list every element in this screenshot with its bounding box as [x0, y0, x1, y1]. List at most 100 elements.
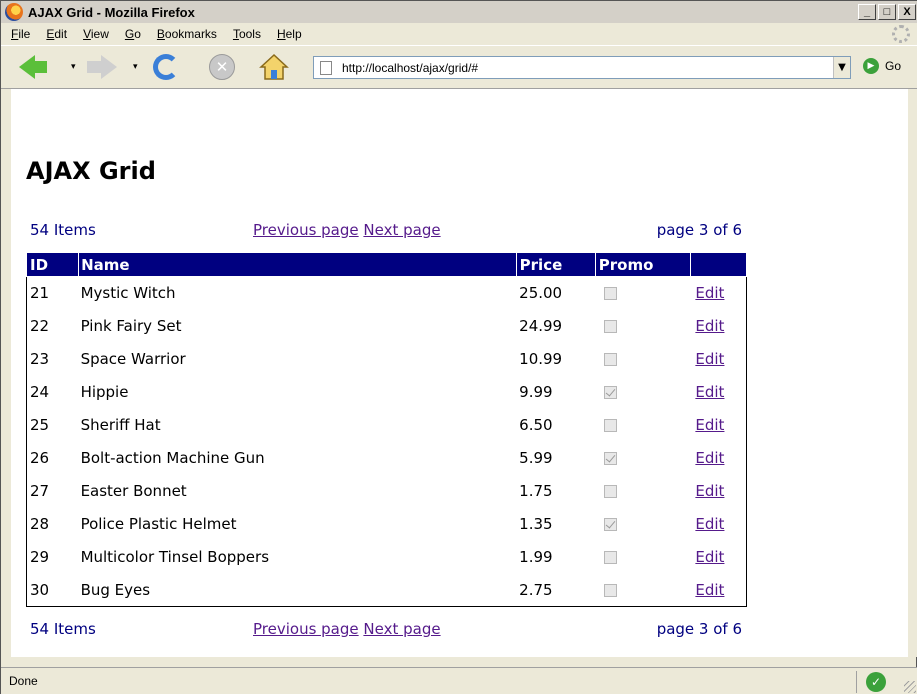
status-divider [856, 671, 857, 693]
status-bar: Done ✓ [1, 667, 917, 694]
edit-link[interactable]: Edit [695, 284, 724, 302]
minimize-button[interactable]: _ [858, 4, 876, 20]
promo-checkbox [604, 320, 618, 333]
previous-page-link[interactable]: Previous page [253, 620, 359, 638]
cell-id: 23 [30, 350, 50, 368]
pager-links: Previous page Next page [253, 620, 441, 638]
cell-promo [595, 310, 690, 343]
frame-left [1, 89, 11, 657]
url-bar[interactable]: http://localhost/ajax/grid/# ▼ [313, 56, 851, 79]
navigation-toolbar: ▾ ▾ ✕ http://localhost/ajax/grid/# ▼ ▶ G… [1, 45, 917, 89]
menu-tools[interactable]: Tools [225, 27, 269, 41]
edit-link[interactable]: Edit [695, 350, 724, 368]
cell-price: 1.75 [519, 482, 553, 500]
page-icon [320, 60, 332, 75]
promo-checkbox [604, 518, 618, 531]
window-title: AJAX Grid - Mozilla Firefox [28, 4, 195, 20]
cell-name: Bug Eyes [80, 580, 151, 599]
header-id: ID [25, 252, 80, 277]
menu-go[interactable]: Go [117, 27, 149, 41]
cell-promo [595, 475, 690, 508]
go-icon: ▶ [863, 58, 879, 74]
cell-id: 24 [30, 383, 50, 401]
cell-name: Hippie [80, 383, 129, 401]
table-row: 27 Easter Bonnet 1.75 Edit [27, 475, 747, 508]
close-button[interactable]: X [898, 4, 916, 20]
menu-edit[interactable]: Edit [38, 27, 75, 41]
next-page-link[interactable]: Next page [363, 620, 440, 638]
edit-link[interactable]: Edit [695, 548, 724, 566]
go-button[interactable]: ▶ Go [863, 58, 901, 74]
promo-checkbox [604, 287, 618, 301]
previous-page-link[interactable]: Previous page [253, 221, 359, 239]
cell-edit: Edit [690, 475, 746, 508]
edit-link[interactable]: Edit [695, 482, 724, 500]
edit-link[interactable]: Edit [695, 416, 724, 434]
pager-links: Previous page Next page [253, 221, 441, 239]
table-row: 26 Bolt-action Machine Gun 5.99 Edit [27, 442, 747, 475]
cell-promo [595, 508, 690, 541]
cell-id: 26 [30, 449, 50, 467]
promo-checkbox [604, 353, 618, 366]
page-info: page 3 of 6 [656, 620, 742, 638]
window-controls: _ □ X [858, 4, 916, 20]
cell-name: Easter Bonnet [80, 482, 187, 500]
edit-link[interactable]: Edit [695, 383, 724, 401]
title-bar[interactable]: AJAX Grid - Mozilla Firefox _ □ X [1, 1, 917, 23]
promo-checkbox [604, 386, 618, 399]
cell-id: 30 [30, 580, 50, 599]
table-row: 28 Police Plastic Helmet 1.35 Edit [27, 508, 747, 541]
promo-checkbox [604, 583, 618, 597]
cell-price: 9.99 [519, 383, 553, 401]
back-dropdown-icon[interactable]: ▾ [71, 62, 76, 72]
reload-icon[interactable] [153, 54, 179, 80]
table-row: 25 Sheriff Hat 6.50 Edit [27, 409, 747, 442]
forward-icon [101, 55, 117, 79]
edit-link[interactable]: Edit [695, 515, 724, 533]
status-ok-icon: ✓ [866, 672, 886, 692]
cell-edit: Edit [690, 409, 746, 442]
cell-id: 29 [30, 548, 50, 566]
cell-edit: Edit [690, 541, 746, 574]
cell-id: 25 [30, 416, 50, 434]
cell-promo [595, 376, 690, 409]
menu-bookmarks[interactable]: Bookmarks [149, 27, 225, 41]
resize-grip-icon[interactable] [904, 681, 916, 693]
cell-edit: Edit [690, 442, 746, 475]
forward-icon-tail [87, 61, 101, 73]
edit-link[interactable]: Edit [695, 449, 724, 467]
cell-price: 6.50 [519, 416, 553, 434]
menu-file[interactable]: File [3, 27, 38, 41]
pager-top: 54 Items Previous page Next page page 3 … [26, 219, 746, 241]
menu-view[interactable]: View [75, 27, 117, 41]
url-input[interactable]: http://localhost/ajax/grid/# [342, 61, 833, 75]
throbber-icon [892, 25, 910, 43]
status-text: Done [9, 674, 38, 688]
table-row: 22 Pink Fairy Set 24.99 Edit [27, 310, 747, 343]
cell-edit: Edit [690, 376, 746, 409]
cell-price: 1.35 [519, 515, 553, 533]
menu-help[interactable]: Help [269, 27, 310, 41]
grid-body: 21 Mystic Witch 25.00 Edit 22 Pink Fairy Set 2… [27, 277, 747, 607]
url-dropdown-icon[interactable]: ▼ [833, 57, 850, 78]
header-actions [689, 252, 748, 277]
maximize-button[interactable]: □ [878, 4, 896, 20]
cell-price: 5.99 [519, 449, 553, 467]
pager-bottom: 54 Items Previous page Next page page 3 … [26, 618, 746, 640]
table-row: 29 Multicolor Tinsel Boppers 1.99 Edit [27, 541, 747, 574]
home-icon[interactable] [259, 53, 289, 81]
firefox-icon [5, 3, 23, 21]
table-row: 30 Bug Eyes 2.75 Edit [27, 574, 747, 607]
header-name: Name [78, 252, 517, 277]
edit-link[interactable]: Edit [695, 581, 724, 599]
promo-checkbox [604, 485, 618, 498]
back-icon-tail[interactable] [33, 61, 47, 73]
edit-link[interactable]: Edit [695, 317, 724, 335]
cell-promo [595, 343, 690, 376]
cell-promo [595, 442, 690, 475]
next-page-link[interactable]: Next page [363, 221, 440, 239]
table-row: 24 Hippie 9.99 Edit [27, 376, 747, 409]
cell-edit: Edit [690, 508, 746, 541]
go-label: Go [885, 59, 902, 73]
cell-name: Pink Fairy Set [80, 317, 182, 335]
